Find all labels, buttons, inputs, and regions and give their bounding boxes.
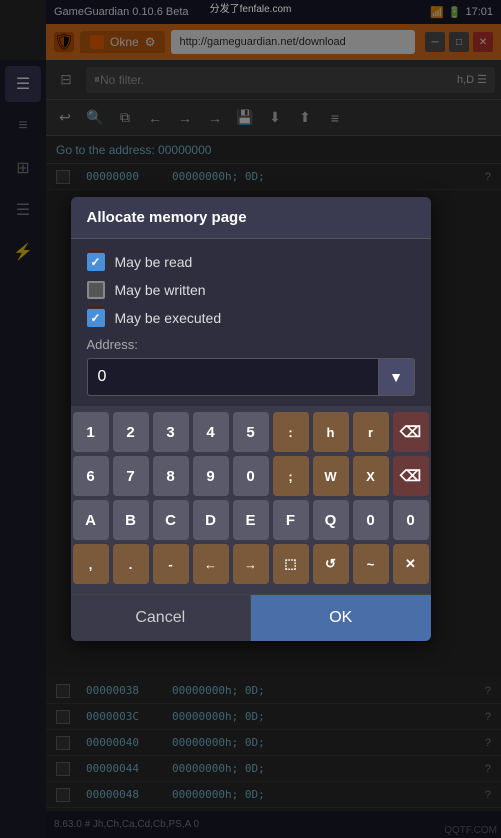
key-6[interactable]: 6 xyxy=(73,456,109,496)
key-0-3[interactable]: 0 xyxy=(393,500,429,540)
key-history[interactable]: ↺ xyxy=(313,544,349,584)
modal-overlay: Allocate memory page May be read May be … xyxy=(0,0,501,838)
key-A[interactable]: A xyxy=(73,500,109,540)
top-watermark: 分发了fenfale.com xyxy=(210,0,292,15)
keyboard-row-2: 6 7 8 9 0 ; W X ⌫ xyxy=(77,456,425,496)
keyboard-row-1: 1 2 3 4 5 : h r ⌫ xyxy=(77,412,425,452)
dialog-buttons: Cancel OK xyxy=(71,594,431,641)
allocate-memory-dialog: Allocate memory page May be read May be … xyxy=(71,197,431,641)
may-be-executed-row[interactable]: May be executed xyxy=(87,309,415,327)
key-3[interactable]: 3 xyxy=(153,412,189,452)
key-9[interactable]: 9 xyxy=(193,456,229,496)
key-backspace-2[interactable]: ⌫ xyxy=(393,456,429,496)
dialog-title: Allocate memory page xyxy=(71,197,431,239)
address-dropdown-button[interactable]: ▼ xyxy=(378,359,414,395)
key-4[interactable]: 4 xyxy=(193,412,229,452)
key-2[interactable]: 2 xyxy=(113,412,149,452)
may-be-written-row[interactable]: May be written xyxy=(87,281,415,299)
key-dot[interactable]: . xyxy=(113,544,149,584)
key-X[interactable]: X xyxy=(353,456,389,496)
dialog-body: May be read May be written May be execut… xyxy=(71,239,431,396)
key-h[interactable]: h xyxy=(313,412,349,452)
key-Q[interactable]: Q xyxy=(313,500,349,540)
key-comma[interactable]: , xyxy=(73,544,109,584)
key-8[interactable]: 8 xyxy=(153,456,189,496)
address-input[interactable] xyxy=(88,360,378,394)
key-select-all[interactable]: ⬚ xyxy=(273,544,309,584)
key-B[interactable]: B xyxy=(113,500,149,540)
keyboard-row-4: , . - ← → ⬚ ↺ ~ ✕ xyxy=(77,544,425,584)
may-be-read-checkbox[interactable] xyxy=(87,253,105,271)
virtual-keyboard: 1 2 3 4 5 : h r ⌫ 6 7 8 9 0 ; W X ⌫ xyxy=(71,406,431,594)
key-E[interactable]: E xyxy=(233,500,269,540)
key-minus[interactable]: - xyxy=(153,544,189,584)
key-tilde[interactable]: ~ xyxy=(353,544,389,584)
key-r[interactable]: r xyxy=(353,412,389,452)
key-C[interactable]: C xyxy=(153,500,189,540)
keyboard-row-3: A B C D E F Q 0 0 xyxy=(77,500,425,540)
key-backspace-1[interactable]: ⌫ xyxy=(393,412,429,452)
key-left-arrow[interactable]: ← xyxy=(193,544,229,584)
key-W[interactable]: W xyxy=(313,456,349,496)
key-7[interactable]: 7 xyxy=(113,456,149,496)
address-field-label: Address: xyxy=(87,337,415,352)
key-0[interactable]: 0 xyxy=(233,456,269,496)
ok-button[interactable]: OK xyxy=(251,595,431,641)
cancel-button[interactable]: Cancel xyxy=(71,595,252,641)
key-colon[interactable]: : xyxy=(273,412,309,452)
key-D[interactable]: D xyxy=(193,500,229,540)
may-be-read-row[interactable]: May be read xyxy=(87,253,415,271)
key-close-x[interactable]: ✕ xyxy=(393,544,429,584)
may-be-executed-label: May be executed xyxy=(115,310,222,326)
key-5[interactable]: 5 xyxy=(233,412,269,452)
may-be-read-label: May be read xyxy=(115,254,193,270)
may-be-written-label: May be written xyxy=(115,282,206,298)
address-input-row: ▼ xyxy=(87,358,415,396)
key-0-2[interactable]: 0 xyxy=(353,500,389,540)
key-semicolon[interactable]: ; xyxy=(273,456,309,496)
key-1[interactable]: 1 xyxy=(73,412,109,452)
key-F[interactable]: F xyxy=(273,500,309,540)
may-be-executed-checkbox[interactable] xyxy=(87,309,105,327)
may-be-written-checkbox[interactable] xyxy=(87,281,105,299)
key-right-arrow[interactable]: → xyxy=(233,544,269,584)
